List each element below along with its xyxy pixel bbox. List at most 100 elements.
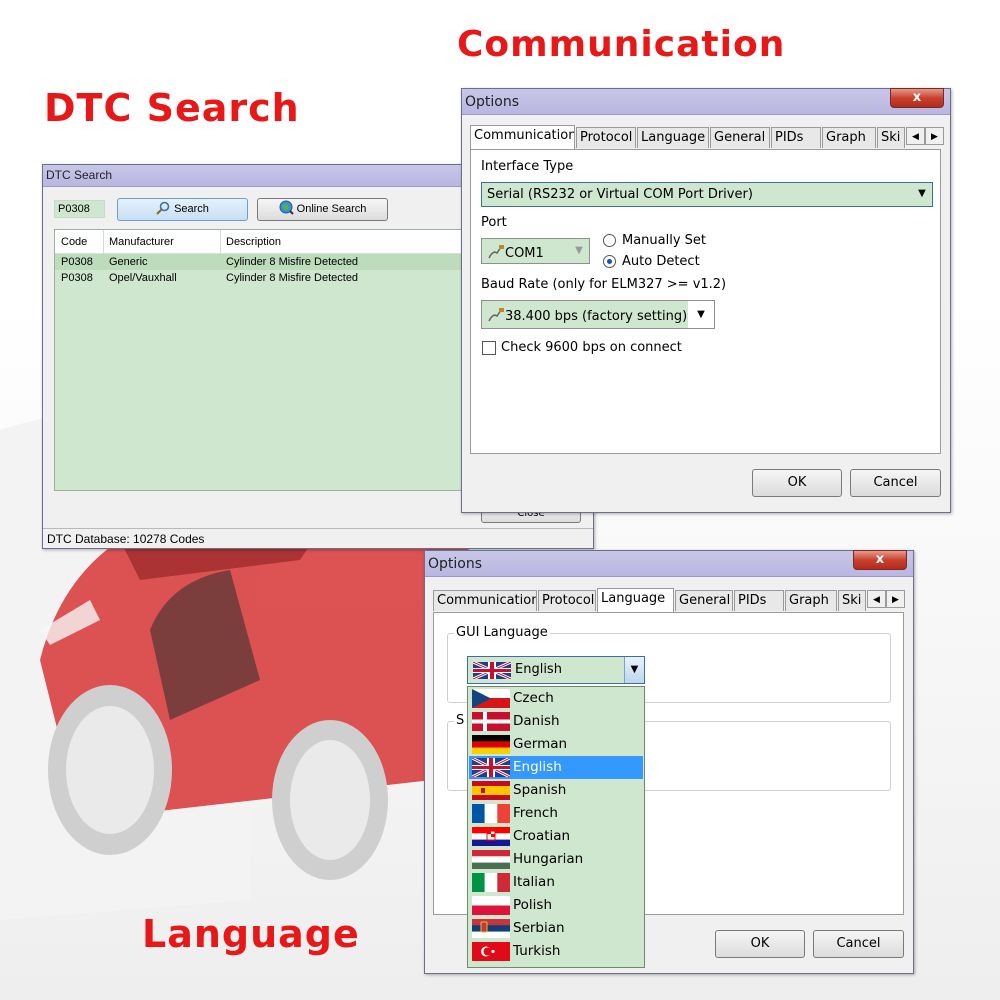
serial-cable-icon <box>488 245 504 259</box>
second-group-label: S <box>454 713 467 728</box>
language-label: Serbian <box>513 920 565 936</box>
manually-set-label: Manually Set <box>622 233 707 248</box>
language-label: Croatian <box>513 828 571 844</box>
online-search-button[interactable]: Online Search <box>257 198 388 221</box>
interface-type-value: Serial (RS232 or Virtual COM Port Driver… <box>487 187 753 202</box>
ok-button[interactable]: OK <box>715 930 805 958</box>
list-item-danish[interactable]: Danish <box>469 710 643 733</box>
list-item-hungarian[interactable]: Hungarian <box>469 848 643 871</box>
cancel-button[interactable]: Cancel <box>813 930 904 958</box>
baud-rate-value: 38.400 bps (factory setting) <box>505 309 688 324</box>
column-header-code[interactable]: Code <box>61 236 87 248</box>
language-label: English <box>513 759 562 775</box>
tab-protocol[interactable]: Protocol <box>538 590 596 611</box>
column-header-manufacturer[interactable]: Manufacturer <box>109 236 174 248</box>
dropdown-arrow-icon: ▼ <box>575 245 583 256</box>
language-label: French <box>513 805 558 821</box>
list-item-serbian[interactable]: Serbian <box>469 917 643 940</box>
language-dropdown-list[interactable]: Czech Danish German English Spanish Fren… <box>467 686 645 968</box>
turkish-flag-icon <box>472 942 510 961</box>
list-item-polish[interactable]: Polish <box>469 894 643 917</box>
baud-rate-label: Baud Rate (only for ELM327 >= v1.2) <box>481 277 727 292</box>
dtc-search-caption: DTC Search <box>44 86 300 130</box>
close-window-button[interactable]: x <box>853 550 907 570</box>
german-flag-icon <box>472 735 510 754</box>
row-manufacturer: Generic <box>109 256 148 268</box>
language-label: Hungarian <box>513 851 584 867</box>
search-button[interactable]: Search <box>117 198 248 221</box>
options-title-text: Options <box>465 94 520 110</box>
tab-pids[interactable]: PIDs <box>771 127 821 148</box>
dropdown-arrow-icon: ▼ <box>918 188 926 199</box>
baud-rate-select[interactable]: 38.400 bps (factory setting) ▼ <box>481 300 715 329</box>
options-window-title: Options x <box>425 550 913 577</box>
gui-language-label: GUI Language <box>454 625 550 640</box>
serial-cable-icon <box>488 308 504 322</box>
tab-language[interactable]: Language <box>637 127 709 148</box>
list-item-turkish[interactable]: Turkish <box>469 940 643 963</box>
tab-scroll-left-icon[interactable]: ◀ <box>906 127 925 145</box>
interface-type-select[interactable]: Serial (RS232 or Virtual COM Port Driver… <box>481 182 933 207</box>
language-label: Czech <box>513 690 554 706</box>
check-9600-checkbox[interactable] <box>482 341 496 355</box>
options-tab-strip: Communication Protocol Language General … <box>470 125 944 149</box>
tab-graph[interactable]: Graph <box>785 590 837 611</box>
communication-panel: Interface Type Serial (RS232 or Virtual … <box>470 149 941 454</box>
tab-graph[interactable]: Graph <box>822 127 876 148</box>
language-label: Turkish <box>513 943 561 959</box>
tab-communication[interactable]: Communication <box>433 590 537 611</box>
interface-type-label: Interface Type <box>481 159 574 174</box>
croatian-flag-icon <box>472 827 510 846</box>
language-label: Danish <box>513 713 560 729</box>
tab-scroll-left-icon[interactable]: ◀ <box>867 590 886 608</box>
options-window-title: Options x <box>462 88 950 115</box>
tab-communication[interactable]: Communication <box>470 125 575 149</box>
row-description: Cylinder 8 Misfire Detected <box>226 272 359 284</box>
globe-search-icon <box>279 200 294 215</box>
tab-protocol[interactable]: Protocol <box>576 127 636 148</box>
dropdown-arrow-icon: ▼ <box>688 301 714 328</box>
list-item-french[interactable]: French <box>469 802 643 825</box>
hungarian-flag-icon <box>472 850 510 869</box>
auto-detect-radio[interactable] <box>603 255 616 268</box>
tab-pids[interactable]: PIDs <box>734 590 784 611</box>
italian-flag-icon <box>472 873 510 892</box>
spanish-flag-icon <box>472 781 510 800</box>
danish-flag-icon <box>472 712 510 731</box>
manually-set-radio[interactable] <box>603 234 616 247</box>
tab-general[interactable]: General <box>675 590 733 611</box>
list-item-czech[interactable]: Czech <box>469 687 643 710</box>
language-caption: Language <box>142 912 360 956</box>
list-item-croatian[interactable]: Croatian <box>469 825 643 848</box>
tab-scroll-right-icon[interactable]: ▶ <box>886 590 905 608</box>
ok-button[interactable]: OK <box>752 469 842 497</box>
list-item-italian[interactable]: Italian <box>469 871 643 894</box>
cancel-button[interactable]: Cancel <box>850 469 941 497</box>
language-label: Polish <box>513 897 553 913</box>
list-item-english[interactable]: English <box>469 756 643 779</box>
tab-skins[interactable]: Ski <box>838 590 866 611</box>
search-button-label: Search <box>174 203 209 215</box>
language-label: German <box>513 736 568 752</box>
tab-skins[interactable]: Ski <box>877 127 905 148</box>
tab-general[interactable]: General <box>710 127 770 148</box>
list-item-german[interactable]: German <box>469 733 643 756</box>
magnifier-icon <box>156 201 170 215</box>
dtc-code-input[interactable]: P0308 <box>54 200 105 218</box>
port-select[interactable]: COM1 ▼ <box>481 238 590 264</box>
dropdown-arrow-icon[interactable]: ▼ <box>624 657 644 683</box>
list-item-spanish[interactable]: Spanish <box>469 779 643 802</box>
close-window-button[interactable]: x <box>890 88 944 108</box>
check-9600-label: Check 9600 bps on connect <box>501 340 682 355</box>
row-code: P0308 <box>61 272 93 284</box>
tab-language[interactable]: Language <box>597 588 674 612</box>
online-search-button-label: Online Search <box>296 203 367 215</box>
gui-language-select[interactable]: English ▼ <box>467 656 645 684</box>
uk-flag-icon <box>472 758 510 777</box>
language-label: Italian <box>513 874 555 890</box>
auto-detect-label: Auto Detect <box>622 254 700 269</box>
serbian-flag-icon <box>472 919 510 938</box>
column-header-description[interactable]: Description <box>226 236 281 248</box>
tab-scroll-right-icon[interactable]: ▶ <box>925 127 944 145</box>
options-tab-strip: Communication Protocol Language General … <box>433 588 907 612</box>
